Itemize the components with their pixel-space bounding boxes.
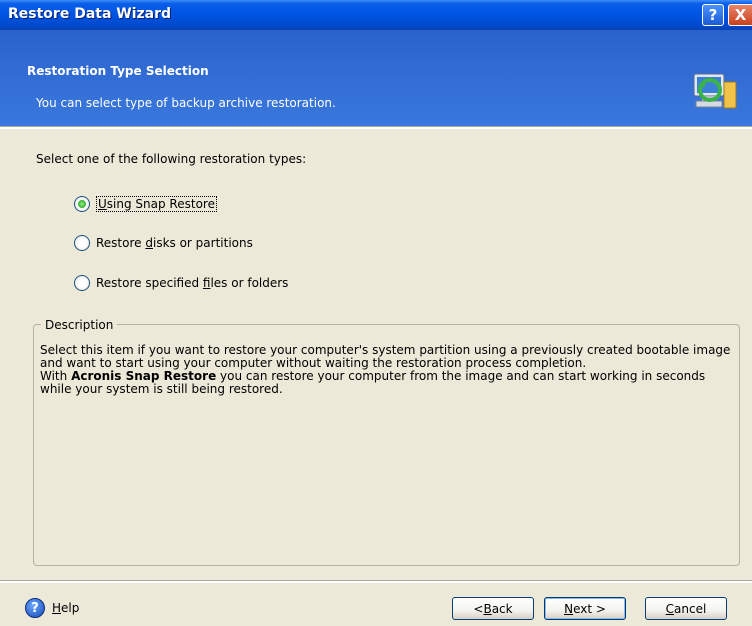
- description-line-2: With Acronis Snap Restore you can restor…: [40, 369, 706, 396]
- title-bar[interactable]: Restore Data Wizard ? X: [0, 0, 752, 30]
- radio-selected-dot: [78, 200, 86, 208]
- radio-restore-files[interactable]: Restore specified files or folders: [74, 275, 288, 291]
- help-icon[interactable]: ?: [25, 598, 45, 618]
- page-title: Restoration Type Selection: [27, 64, 209, 78]
- description-line-1: Select this item if you want to restore …: [40, 343, 731, 370]
- next-button[interactable]: Next >: [544, 597, 626, 620]
- description-text: Select this item if you want to restore …: [40, 344, 740, 396]
- radio-button[interactable]: [74, 196, 90, 212]
- close-button[interactable]: X: [728, 4, 752, 26]
- radio-button[interactable]: [74, 235, 90, 251]
- restore-computer-icon: [693, 73, 737, 109]
- cancel-button[interactable]: Cancel: [645, 597, 727, 620]
- restoration-prompt: Select one of the following restoration …: [36, 152, 307, 166]
- radio-label[interactable]: Restore specified files or folders: [96, 276, 288, 290]
- radio-label[interactable]: Restore disks or partitions: [96, 236, 253, 250]
- back-button[interactable]: < Back: [452, 597, 534, 620]
- window-title: Restore Data Wizard: [8, 6, 172, 22]
- header-divider: [0, 126, 752, 129]
- description-legend: Description: [41, 318, 118, 332]
- radio-snap-restore[interactable]: Using Snap Restore: [74, 196, 217, 212]
- page-subtitle: You can select type of backup archive re…: [36, 96, 336, 110]
- radio-label[interactable]: Using Snap Restore: [96, 196, 217, 212]
- wizard-header: Restoration Type Selection You can selec…: [0, 30, 752, 126]
- help-link[interactable]: Help: [52, 601, 79, 615]
- footer-divider: [0, 580, 752, 583]
- radio-button[interactable]: [74, 275, 90, 291]
- help-title-button[interactable]: ?: [702, 4, 724, 26]
- product-name: Acronis Snap Restore: [71, 369, 217, 383]
- radio-restore-disks[interactable]: Restore disks or partitions: [74, 235, 253, 251]
